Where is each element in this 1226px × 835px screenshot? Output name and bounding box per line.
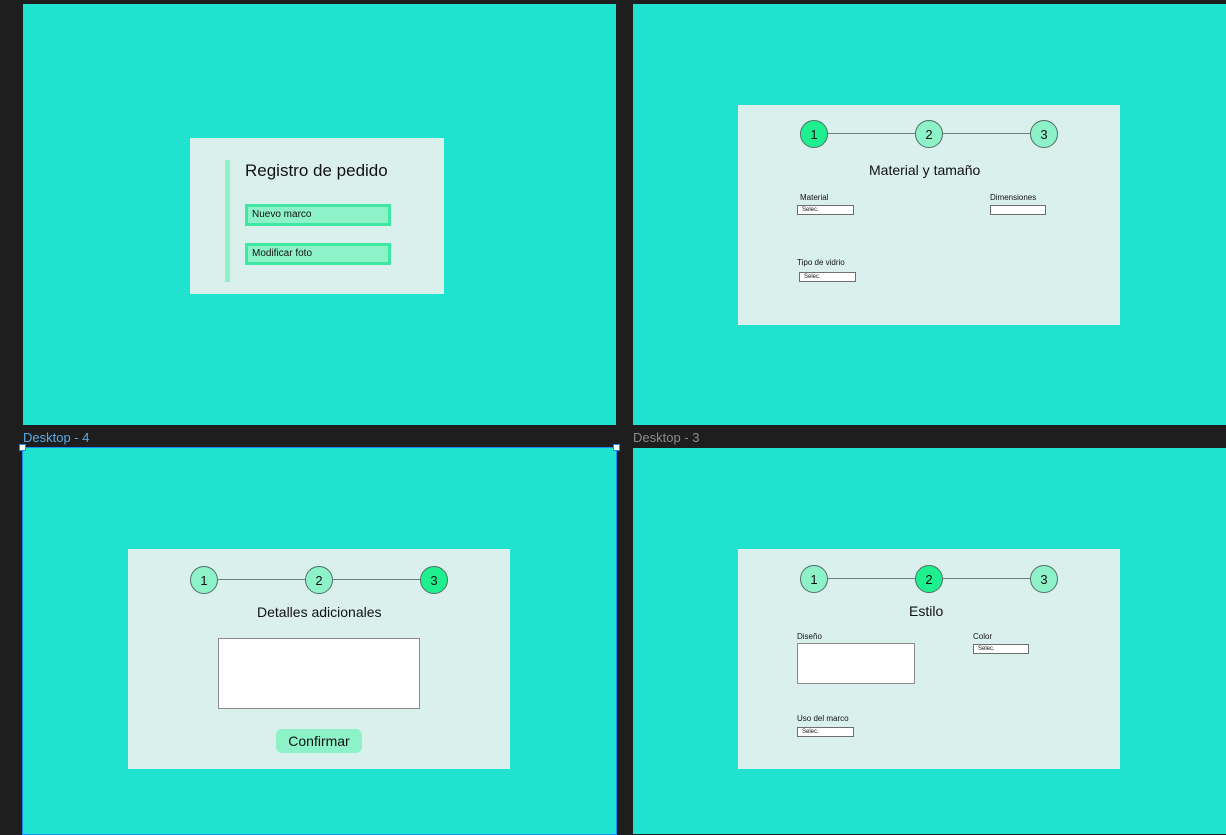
frame-label-desktop-4[interactable]: Desktop - 4 xyxy=(23,430,89,445)
color-label: Color xyxy=(973,632,993,641)
uso-marco-select[interactable]: Selec. xyxy=(797,727,854,737)
material-select[interactable]: Selec. xyxy=(797,205,854,215)
frame-estilo[interactable]: 1 2 3 Estilo Diseño Color Selec. Uso del… xyxy=(633,448,1226,834)
detalles-title: Detalles adicionales xyxy=(257,604,382,620)
detalles-textarea[interactable] xyxy=(218,638,420,709)
confirmar-button[interactable]: Confirmar xyxy=(276,729,362,753)
tipo-vidrio-label: Tipo de vidrio xyxy=(797,258,845,267)
step-1[interactable]: 1 xyxy=(190,566,218,594)
frame-label-desktop-3[interactable]: Desktop - 3 xyxy=(633,430,699,445)
step-1[interactable]: 1 xyxy=(800,565,828,593)
stepper-line-1-2 xyxy=(828,133,916,134)
nuevo-marco-button[interactable]: Nuevo marco xyxy=(245,204,391,226)
material-card: 1 2 3 Material y tamaño Material Selec. … xyxy=(738,105,1120,325)
material-label: Material xyxy=(800,193,829,202)
color-select[interactable]: Selec. xyxy=(973,644,1029,654)
estilo-title: Estilo xyxy=(909,603,944,619)
stepper-line-1-2 xyxy=(828,578,916,579)
selection-handle-top-right[interactable] xyxy=(613,444,620,451)
step-3[interactable]: 3 xyxy=(1030,565,1058,593)
frame-detalles[interactable]: 1 2 3 Detalles adicionales Confirmar xyxy=(23,448,616,834)
detalles-card: 1 2 3 Detalles adicionales Confirmar xyxy=(128,549,510,769)
material-title: Material y tamaño xyxy=(869,162,981,178)
step-3[interactable]: 3 xyxy=(1030,120,1058,148)
dimensiones-label: Dimensiones xyxy=(990,193,1037,202)
dimensiones-input[interactable] xyxy=(990,205,1046,215)
stepper-line-2-3 xyxy=(943,578,1031,579)
uso-marco-label: Uso del marco xyxy=(797,714,849,723)
frame-material[interactable]: 1 2 3 Material y tamaño Material Selec. … xyxy=(633,4,1226,425)
registro-title: Registro de pedido xyxy=(245,161,388,180)
stepper-line-2-3 xyxy=(333,579,421,580)
diseno-label: Diseño xyxy=(797,632,822,641)
frame-registro[interactable]: Registro de pedido Nuevo marco Modificar… xyxy=(23,4,616,425)
step-1[interactable]: 1 xyxy=(800,120,828,148)
step-2[interactable]: 2 xyxy=(915,565,943,593)
step-2[interactable]: 2 xyxy=(305,566,333,594)
step-2[interactable]: 2 xyxy=(915,120,943,148)
modificar-foto-button[interactable]: Modificar foto xyxy=(245,243,391,265)
registro-card: Registro de pedido Nuevo marco Modificar… xyxy=(190,138,444,294)
registro-accent-bar xyxy=(225,160,230,282)
stepper-line-1-2 xyxy=(218,579,306,580)
step-3[interactable]: 3 xyxy=(420,566,448,594)
estilo-card: 1 2 3 Estilo Diseño Color Selec. Uso del… xyxy=(738,549,1120,769)
tipo-vidrio-select[interactable]: Selec. xyxy=(799,272,856,282)
diseno-box[interactable] xyxy=(797,643,915,684)
stepper-line-2-3 xyxy=(943,133,1031,134)
selection-handle-top-left[interactable] xyxy=(19,444,26,451)
